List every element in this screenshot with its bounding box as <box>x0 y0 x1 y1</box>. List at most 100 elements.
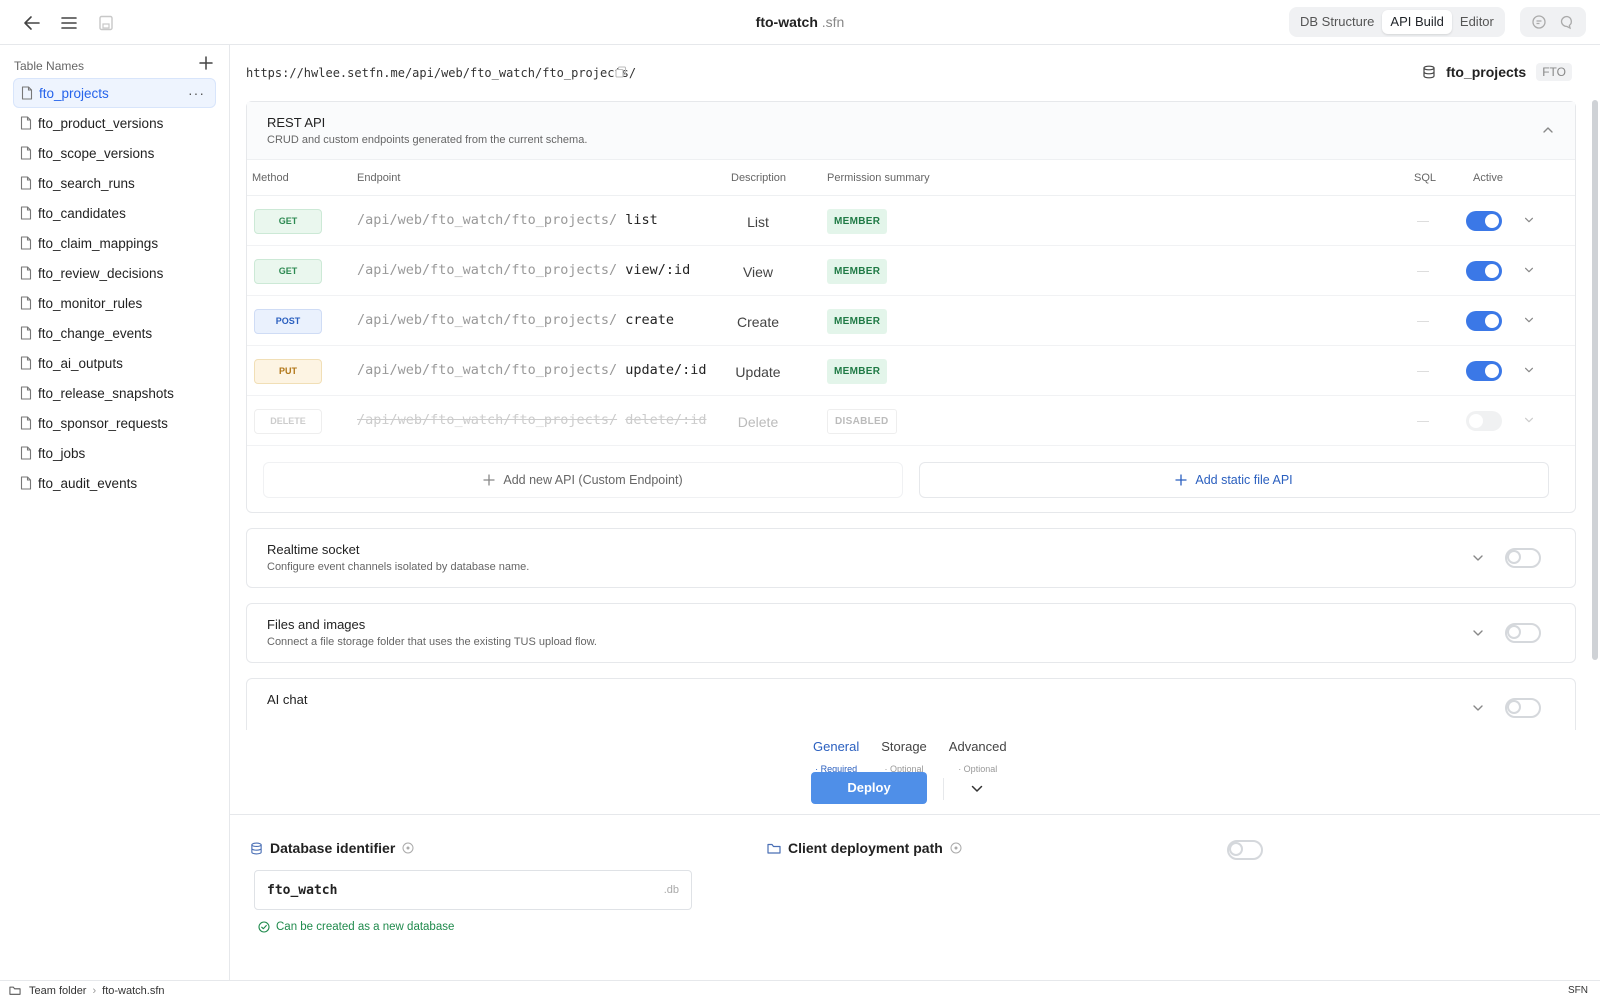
tab-storage-label: Storage <box>881 739 927 754</box>
rest-api-panel: REST API CRUD and custom endpoints gener… <box>246 101 1576 513</box>
comment-icon[interactable] <box>1531 14 1547 30</box>
realtime-socket-toggle[interactable] <box>1505 548 1541 568</box>
sql-indicator <box>1417 371 1429 372</box>
chevron-down-icon[interactable] <box>1471 626 1485 640</box>
tab-editor[interactable]: Editor <box>1452 10 1502 34</box>
file-icon <box>20 326 32 340</box>
tab-advanced-label: Advanced <box>948 739 1007 754</box>
sidebar-item-fto-review-decisions[interactable]: fto_review_decisions <box>13 258 216 288</box>
permission-badge[interactable]: MEMBER <box>827 309 888 334</box>
sidebar-item-fto-projects[interactable]: fto_projects ··· <box>13 78 216 108</box>
files-images-header[interactable]: Files and images Connect a file storage … <box>247 604 1575 662</box>
sidebar-item-fto-jobs[interactable]: fto_jobs <box>13 438 216 468</box>
file-icon <box>20 146 32 160</box>
sidebar-item-fto-search-runs[interactable]: fto_search_runs <box>13 168 216 198</box>
deploy-divider <box>943 778 944 800</box>
permission-badge[interactable]: MEMBER <box>827 209 888 234</box>
breadcrumb-file[interactable]: fto-watch.sfn <box>102 985 164 997</box>
copy-icon[interactable] <box>615 66 627 78</box>
files-images-toggle[interactable] <box>1505 623 1541 643</box>
add-static-file-api-label: Add static file API <box>1195 473 1293 487</box>
endpoint-active-toggle[interactable] <box>1466 211 1502 231</box>
database-icon <box>1422 65 1436 79</box>
sidebar-item-label: fto_search_runs <box>38 175 135 191</box>
sidebar-item-label: fto_product_versions <box>38 115 164 131</box>
add-custom-endpoint-button[interactable]: Add new API (Custom Endpoint) <box>263 462 903 498</box>
database-identifier-input[interactable]: fto_watch .db <box>254 870 692 910</box>
permission-badge[interactable]: MEMBER <box>827 359 888 384</box>
add-table-icon[interactable] <box>199 56 213 70</box>
sidebar-item-label: fto_audit_events <box>38 475 138 491</box>
chevron-down-icon[interactable] <box>1471 701 1485 715</box>
col-endpoint: Endpoint <box>357 172 401 184</box>
endpoint-active-toggle[interactable] <box>1466 411 1502 431</box>
endpoint-active-toggle[interactable] <box>1466 361 1502 381</box>
sidebar-item-fto-audit-events[interactable]: fto_audit_events <box>13 468 216 498</box>
chevron-down-icon[interactable] <box>970 782 984 796</box>
ai-chat-title: AI chat <box>267 692 308 707</box>
deploy-tabs: General · Required Storage · Optional Adva… <box>813 739 1029 774</box>
main-scrollbar[interactable] <box>1592 100 1598 660</box>
realtime-socket-header[interactable]: Realtime socket Configure event channels… <box>247 529 1575 587</box>
chevron-down-icon[interactable] <box>1523 214 1535 226</box>
back-arrow-icon[interactable] <box>21 12 43 34</box>
sidebar-item-fto-ai-outputs[interactable]: fto_ai_outputs <box>13 348 216 378</box>
sidebar-item-fto-claim-mappings[interactable]: fto_claim_mappings <box>13 228 216 258</box>
chevron-down-icon[interactable] <box>1523 314 1535 326</box>
tab-db-structure[interactable]: DB Structure <box>1292 10 1382 34</box>
permission-badge[interactable]: MEMBER <box>827 259 888 284</box>
sidebar-heading: Table Names <box>14 59 85 73</box>
endpoint-row: GET/api/web/fto_watch/fto_projects/ list… <box>247 196 1575 246</box>
tab-general[interactable]: General · Required <box>813 739 859 774</box>
breadcrumb-folder[interactable]: Team folder <box>29 985 86 997</box>
add-static-file-api-button[interactable]: Add static file API <box>919 462 1549 498</box>
tab-api-build[interactable]: API Build <box>1382 10 1452 34</box>
rest-api-header[interactable]: REST API CRUD and custom endpoints gener… <box>247 102 1575 160</box>
chevron-up-icon[interactable] <box>1541 123 1555 137</box>
sidebar-item-label: fto_ai_outputs <box>38 355 123 371</box>
tab-advanced-sub: · Optional <box>958 764 998 774</box>
sidebar-item-fto-change-events[interactable]: fto_change_events <box>13 318 216 348</box>
help-icon[interactable] <box>402 842 414 854</box>
deploy-button[interactable]: Deploy <box>811 772 927 804</box>
sidebar-item-fto-scope-versions[interactable]: fto_scope_versions <box>13 138 216 168</box>
endpoint-column-headers: Method Endpoint Description Permission s… <box>247 160 1575 196</box>
tab-storage[interactable]: Storage · Optional <box>881 739 927 774</box>
endpoint-row: GET/api/web/fto_watch/fto_projects/ view… <box>247 246 1575 296</box>
deploy-section: General · Required Storage · Optional Adva… <box>230 730 1600 980</box>
endpoint-row: DELETE/api/web/fto_watch/fto_projects/ d… <box>247 396 1575 446</box>
more-options-icon[interactable]: ··· <box>188 85 205 101</box>
menu-icon[interactable] <box>58 12 80 34</box>
sidebar-item-fto-monitor-rules[interactable]: fto_monitor_rules <box>13 288 216 318</box>
chevron-down-icon[interactable] <box>1523 414 1535 426</box>
sidebar-item-fto-release-snapshots[interactable]: fto_release_snapshots <box>13 378 216 408</box>
sidebar: Table Names fto_projects ··· fto_product_v… <box>0 45 230 980</box>
client-deployment-path-toggle[interactable] <box>1227 840 1263 860</box>
sidebar-item-fto-candidates[interactable]: fto_candidates <box>13 198 216 228</box>
endpoint-path: /api/web/fto_watch/fto_projects/ update/… <box>357 362 707 378</box>
ai-chat-toggle[interactable] <box>1505 698 1541 718</box>
ai-chat-header[interactable]: AI chat <box>247 679 1575 730</box>
save-icon[interactable] <box>95 12 117 34</box>
tab-advanced[interactable]: Advanced · Optional <box>949 739 1007 774</box>
file-icon <box>20 446 32 460</box>
endpoint-active-toggle[interactable] <box>1466 311 1502 331</box>
method-badge: GET <box>254 259 322 284</box>
help-icon[interactable] <box>950 842 962 854</box>
status-right-label: SFN <box>1568 985 1588 996</box>
permission-badge[interactable]: DISABLED <box>827 409 897 434</box>
file-icon <box>20 416 32 430</box>
database-identifier-text: Database identifier <box>270 840 396 856</box>
col-sql: SQL <box>1414 172 1437 184</box>
deploy-divider-line <box>230 814 1600 815</box>
chevron-down-icon[interactable] <box>1523 364 1535 376</box>
file-icon <box>20 176 32 190</box>
chevron-down-icon[interactable] <box>1523 264 1535 276</box>
chat-bubble-icon[interactable] <box>1559 14 1575 30</box>
sidebar-item-fto-sponsor-requests[interactable]: fto_sponsor_requests <box>13 408 216 438</box>
api-build-main: https://hwlee.setfn.me/api/web/fto_watch… <box>230 45 1600 730</box>
table-list: fto_projects ··· fto_product_versions fto_s… <box>13 78 216 498</box>
chevron-down-icon[interactable] <box>1471 551 1485 565</box>
endpoint-active-toggle[interactable] <box>1466 261 1502 281</box>
sidebar-item-fto-product-versions[interactable]: fto_product_versions <box>13 108 216 138</box>
